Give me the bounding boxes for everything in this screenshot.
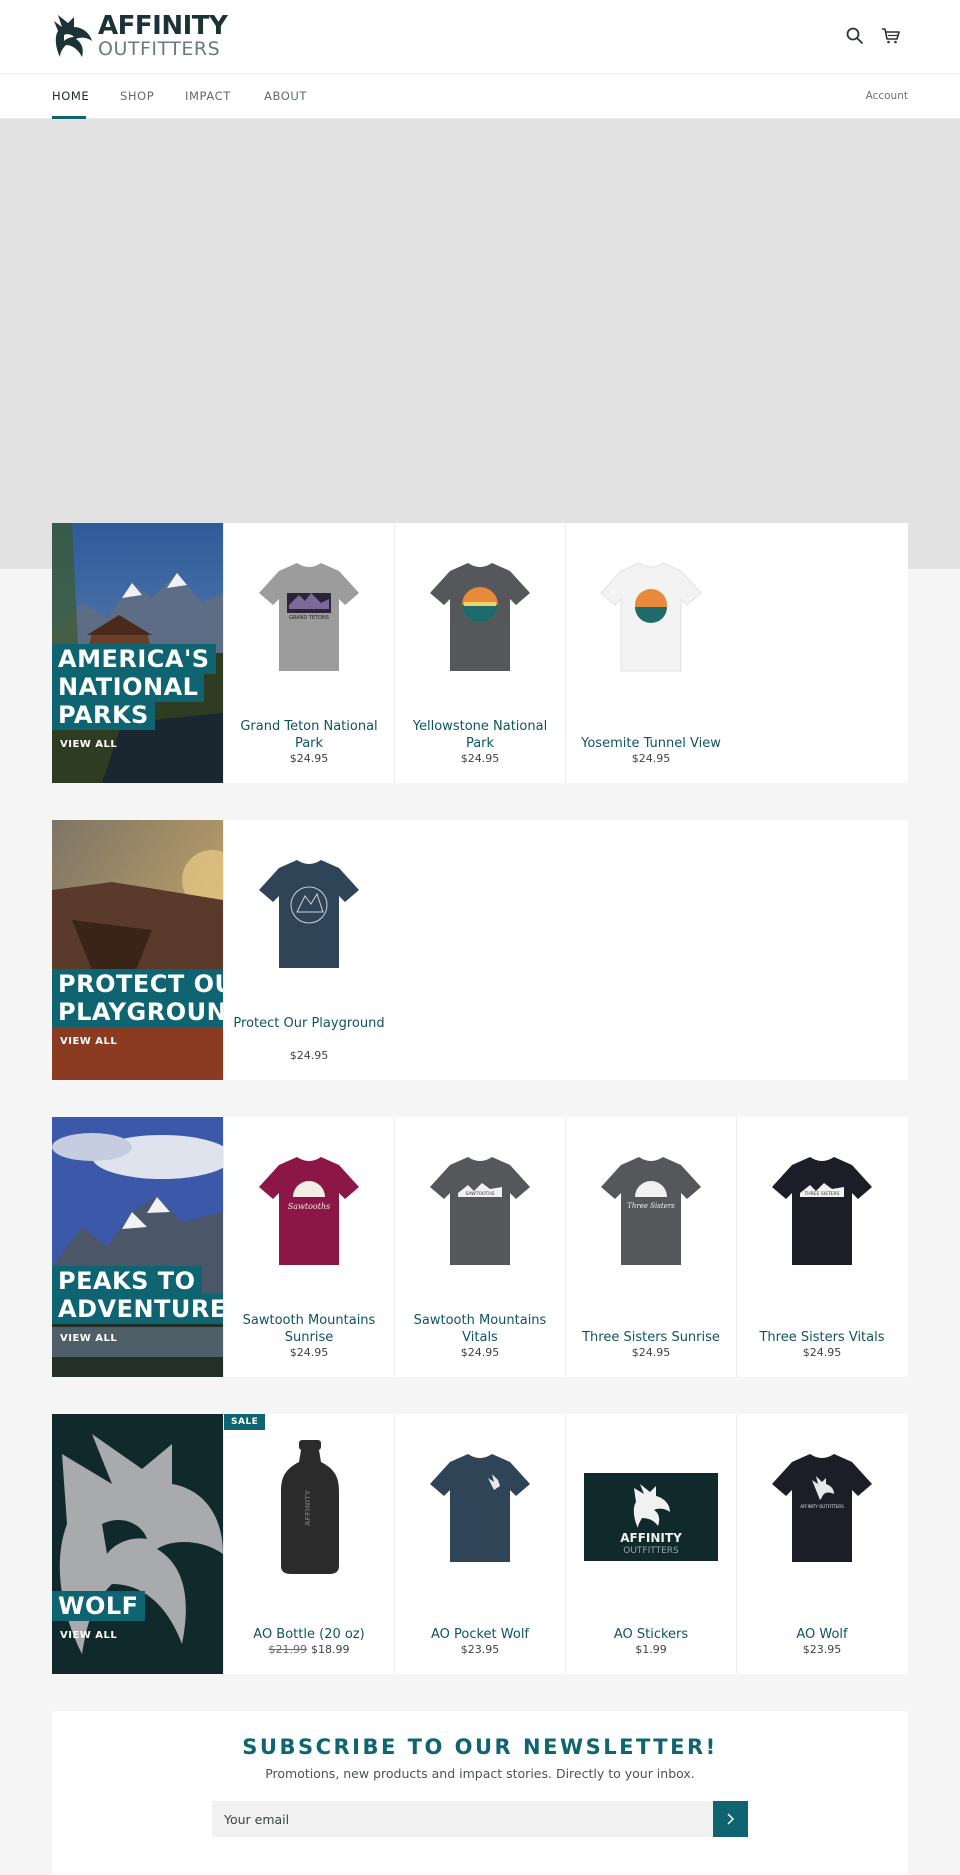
- product-name[interactable]: Three Sisters Sunrise: [574, 1329, 728, 1346]
- sticker-line2: OUTFITTERS: [623, 1546, 679, 1556]
- product-price: $21.99 $18.99: [224, 1643, 394, 1656]
- product-price: $24.95: [631, 752, 671, 765]
- compare-price: $21.99: [268, 1643, 308, 1656]
- newsletter-section: SUBSCRIBE TO OUR NEWSLETTER! Promotions,…: [52, 1711, 908, 1875]
- product-card[interactable]: Sawtooths Sawtooth Mountains Sunrise $24…: [223, 1117, 394, 1377]
- cart-icon[interactable]: [881, 26, 901, 46]
- collection-title-protect-playground: PROTECT OUR PLAYGROUND: [52, 969, 223, 1027]
- tshirt-image: [430, 563, 530, 671]
- collection-row-wolf: WOLF VIEW ALL SALE AFFINITY AO Bottle (2…: [52, 1414, 908, 1674]
- product-price: $24.95: [631, 1346, 671, 1359]
- collection-image-protect-playground[interactable]: PROTECT OUR PLAYGROUND VIEW ALL: [52, 820, 223, 1080]
- bottle-graphic-label: AFFINITY: [304, 1489, 312, 1526]
- product-name[interactable]: Yellowstone National Park: [403, 718, 557, 752]
- newsletter-subtitle: Promotions, new products and impact stor…: [265, 1766, 695, 1781]
- product-card[interactable]: AO Pocket Wolf $23.95: [394, 1414, 565, 1674]
- product-name[interactable]: Sawtooth Mountains Sunrise: [232, 1312, 386, 1346]
- product-price: $24.95: [802, 1346, 842, 1359]
- newsletter-title: SUBSCRIBE TO OUR NEWSLETTER!: [242, 1735, 718, 1759]
- product-price: $23.95: [802, 1643, 842, 1656]
- product-card[interactable]: AFFINITY OUTFITTERS AO Stickers $1.99: [565, 1414, 736, 1674]
- product-price: $24.95: [460, 1346, 500, 1359]
- tshirt-image: AFFINITY OUTFITTERS: [772, 1454, 872, 1562]
- product-price: $24.95: [460, 752, 500, 765]
- tshirt-graphic-label: THREE SISTERS: [804, 1191, 840, 1197]
- collection-row-protect-playground: PROTECT OUR PLAYGROUND VIEW ALL Protect …: [52, 820, 908, 1080]
- collection-image-peaks-adventure[interactable]: PEAKS TO ADVENTURE VIEW ALL: [52, 1117, 223, 1377]
- sale-badge: SALE: [224, 1414, 266, 1430]
- nav-item-impact[interactable]: IMPACT: [185, 89, 231, 103]
- site-header: AFFINITY OUTFITTERS: [0, 0, 960, 74]
- product-card[interactable]: SALE AFFINITY AO Bottle (20 oz) $21.99 $1…: [223, 1414, 394, 1674]
- tshirt-image: Three Sisters: [601, 1157, 701, 1265]
- product-price: $24.95: [289, 1346, 329, 1359]
- tshirt-image: Sawtooths: [259, 1157, 359, 1265]
- product-name[interactable]: AO Wolf: [745, 1626, 899, 1643]
- product-card[interactable]: Yellowstone National Park $24.95: [394, 523, 565, 783]
- tshirt-image: THREE SISTERS: [772, 1157, 872, 1265]
- product-card[interactable]: GRAND TETONS Grand Teton National Park $…: [223, 523, 394, 783]
- nav-item-home[interactable]: HOME: [52, 89, 89, 103]
- product-card[interactable]: Protect Our Playground $24.95: [223, 820, 394, 1080]
- account-link[interactable]: Account: [866, 90, 908, 102]
- product-price: $24.95: [289, 1049, 329, 1062]
- product-name[interactable]: Yosemite Tunnel View: [574, 735, 728, 752]
- product-name[interactable]: AO Pocket Wolf: [403, 1626, 557, 1643]
- collection-title-peaks-adventure: PEAKS TO ADVENTURE: [52, 1266, 223, 1324]
- product-price: $23.95: [460, 1643, 500, 1656]
- product-card[interactable]: AFFINITY OUTFITTERS AO Wolf $23.95: [736, 1414, 907, 1674]
- tshirt-graphic-label: Sawtooths: [288, 1202, 330, 1211]
- sale-price: $18.99: [311, 1643, 350, 1656]
- collection-title-national-parks: AMERICA'S NATIONAL PARKS: [52, 644, 216, 730]
- sticker-line1: AFFINITY: [620, 1531, 682, 1545]
- sticker-image: AFFINITY OUTFITTERS: [584, 1473, 718, 1561]
- product-price: $24.95: [289, 752, 329, 765]
- collection-title-wolf: WOLF: [52, 1591, 145, 1621]
- search-icon[interactable]: [845, 26, 865, 46]
- product-card[interactable]: Yosemite Tunnel View $24.95: [565, 523, 736, 783]
- hero-banner: [0, 119, 960, 569]
- email-field[interactable]: [212, 1801, 713, 1837]
- tshirt-image: GRAND TETONS: [259, 563, 359, 671]
- view-all-link[interactable]: VIEW ALL: [60, 1036, 117, 1047]
- nav-item-about[interactable]: ABOUT: [264, 89, 307, 103]
- product-card[interactable]: Three Sisters Three Sisters Sunrise $24.…: [565, 1117, 736, 1377]
- nav-item-shop[interactable]: SHOP: [120, 89, 154, 103]
- product-card[interactable]: SAWTOOTHS Sawtooth Mountains Vitals $24.…: [394, 1117, 565, 1377]
- collection-row-peaks-adventure: PEAKS TO ADVENTURE VIEW ALL Sawtooths Sa…: [52, 1117, 908, 1377]
- tshirt-graphic-label: AFFINITY OUTFITTERS: [800, 1504, 844, 1509]
- main-nav: HOME SHOP IMPACT ABOUT Account: [0, 74, 960, 119]
- tshirt-image: SAWTOOTHS: [430, 1157, 530, 1265]
- brand-name-line2: OUTFITTERS: [98, 38, 221, 60]
- product-card[interactable]: THREE SISTERS Three Sisters Vitals $24.9…: [736, 1117, 907, 1377]
- product-name[interactable]: Three Sisters Vitals: [745, 1329, 899, 1346]
- view-all-link[interactable]: VIEW ALL: [60, 1333, 117, 1344]
- product-name[interactable]: Sawtooth Mountains Vitals: [403, 1312, 557, 1346]
- collection-image-national-parks[interactable]: AMERICA'S NATIONAL PARKS VIEW ALL: [52, 523, 223, 783]
- tshirt-image: [259, 860, 359, 968]
- product-price: $1.99: [635, 1643, 667, 1656]
- tshirt-image: [600, 562, 702, 672]
- subscribe-button[interactable]: [713, 1801, 748, 1837]
- tshirt-graphic-label: SAWTOOTHS: [465, 1191, 494, 1197]
- bottle-image: AFFINITY: [281, 1440, 339, 1574]
- tshirt-graphic-label: Three Sisters: [627, 1202, 675, 1210]
- wolf-logo-icon: [54, 15, 92, 57]
- tshirt-graphic-label: GRAND TETONS: [289, 615, 329, 621]
- product-name[interactable]: AO Bottle (20 oz): [232, 1626, 386, 1643]
- chevron-right-icon: [726, 1813, 734, 1825]
- collection-image-wolf[interactable]: WOLF VIEW ALL: [52, 1414, 223, 1674]
- collection-row-national-parks: AMERICA'S NATIONAL PARKS VIEW ALL GRAND …: [52, 523, 908, 783]
- brand-logo[interactable]: AFFINITY OUTFITTERS: [52, 11, 228, 60]
- product-name[interactable]: Grand Teton National Park: [232, 718, 386, 752]
- tshirt-image: [430, 1454, 530, 1562]
- brand-name-line1: AFFINITY: [98, 11, 228, 41]
- product-name[interactable]: AO Stickers: [574, 1626, 728, 1643]
- product-name[interactable]: Protect Our Playground: [232, 1015, 386, 1032]
- view-all-link[interactable]: VIEW ALL: [60, 739, 117, 750]
- view-all-link[interactable]: VIEW ALL: [60, 1630, 117, 1641]
